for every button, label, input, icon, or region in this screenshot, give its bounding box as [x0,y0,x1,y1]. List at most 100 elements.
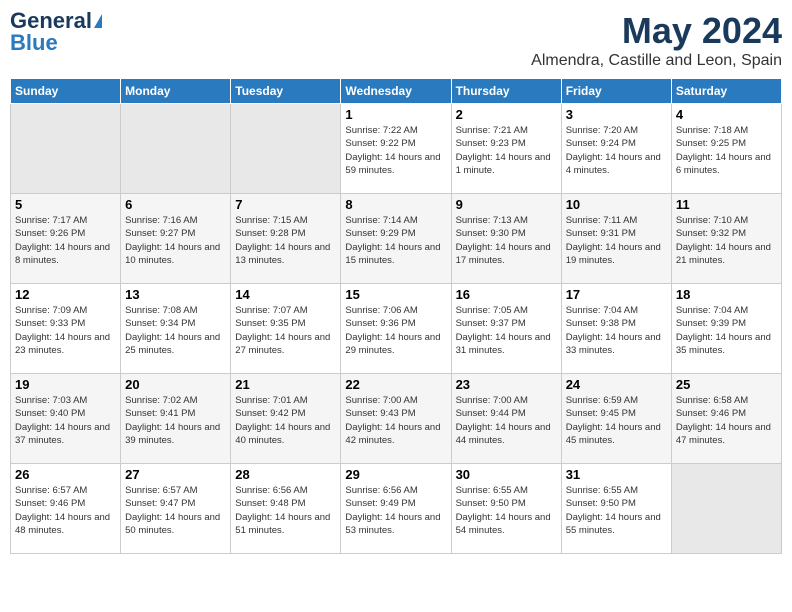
calendar-cell [121,104,231,194]
day-number: 14 [235,287,336,302]
day-number: 28 [235,467,336,482]
calendar-cell: 15 Sunrise: 7:06 AMSunset: 9:36 PMDayligh… [341,284,451,374]
day-number: 19 [15,377,116,392]
calendar-cell: 7 Sunrise: 7:15 AMSunset: 9:28 PMDaylight… [231,194,341,284]
calendar-cell: 8Sunrise: 7:14 AMSunset: 9:29 PMDaylight… [341,194,451,284]
day-info: Sunrise: 7:05 AMSunset: 9:37 PMDaylight:… [456,304,557,357]
logo-general-text: General [10,10,92,32]
calendar-cell: 17 Sunrise: 7:04 AMSunset: 9:38 PMDayligh… [561,284,671,374]
day-number: 22 [345,377,446,392]
day-info: Sunrise: 7:03 AMSunset: 9:40 PMDaylight:… [15,394,116,447]
calendar-cell: 28 Sunrise: 6:56 AMSunset: 9:48 PMDayligh… [231,464,341,554]
calendar-cell: 26 Sunrise: 6:57 AMSunset: 9:46 PMDayligh… [11,464,121,554]
calendar-cell: 4 Sunrise: 7:18 AMSunset: 9:25 PMDaylight… [671,104,781,194]
day-number: 23 [456,377,557,392]
calendar-cell: 30 Sunrise: 6:55 AMSunset: 9:50 PMDayligh… [451,464,561,554]
day-info: Sunrise: 6:59 AMSunset: 9:45 PMDaylight:… [566,394,667,447]
weekday-header: Tuesday [231,79,341,104]
calendar-cell: 16 Sunrise: 7:05 AMSunset: 9:37 PMDayligh… [451,284,561,374]
day-info: Sunrise: 6:55 AMSunset: 9:50 PMDaylight:… [456,484,557,537]
calendar-cell: 21 Sunrise: 7:01 AMSunset: 9:42 PMDayligh… [231,374,341,464]
day-info: Sunrise: 7:06 AMSunset: 9:36 PMDaylight:… [345,304,446,357]
day-number: 1 [345,107,446,122]
day-number: 25 [676,377,777,392]
day-info: Sunrise: 7:17 AMSunset: 9:26 PMDaylight:… [15,214,116,267]
day-info: Sunrise: 7:20 AMSunset: 9:24 PMDaylight:… [566,124,667,177]
day-info: Sunrise: 7:04 AMSunset: 9:38 PMDaylight:… [566,304,667,357]
calendar-cell: 13 Sunrise: 7:08 AMSunset: 9:34 PMDayligh… [121,284,231,374]
day-info: Sunrise: 7:11 AMSunset: 9:31 PMDaylight:… [566,214,667,267]
day-info: Sunrise: 7:15 AMSunset: 9:28 PMDaylight:… [235,214,336,267]
calendar-cell: 31 Sunrise: 6:55 AMSunset: 9:50 PMDayligh… [561,464,671,554]
calendar-cell: 5 Sunrise: 7:17 AMSunset: 9:26 PMDaylight… [11,194,121,284]
day-info: Sunrise: 6:57 AMSunset: 9:46 PMDaylight:… [15,484,116,537]
day-info: Sunrise: 7:10 AMSunset: 9:32 PMDaylight:… [676,214,777,267]
day-number: 31 [566,467,667,482]
weekday-header: Monday [121,79,231,104]
day-info: Sunrise: 7:00 AMSunset: 9:43 PMDaylight:… [345,394,446,447]
day-number: 13 [125,287,226,302]
day-number: 7 [235,197,336,212]
calendar-cell [671,464,781,554]
day-info: Sunrise: 6:55 AMSunset: 9:50 PMDaylight:… [566,484,667,537]
calendar-cell: 10 Sunrise: 7:11 AMSunset: 9:31 PMDayligh… [561,194,671,284]
day-number: 20 [125,377,226,392]
calendar-header-row: SundayMondayTuesdayWednesdayThursdayFrid… [11,79,782,104]
day-number: 26 [15,467,116,482]
calendar-cell: 19 Sunrise: 7:03 AMSunset: 9:40 PMDayligh… [11,374,121,464]
calendar-cell: 20 Sunrise: 7:02 AMSunset: 9:41 PMDayligh… [121,374,231,464]
calendar-cell: 12Sunrise: 7:09 AMSunset: 9:33 PMDayligh… [11,284,121,374]
day-number: 24 [566,377,667,392]
day-number: 3 [566,107,667,122]
day-number: 21 [235,377,336,392]
day-number: 17 [566,287,667,302]
day-number: 11 [676,197,777,212]
calendar-week-row: 19 Sunrise: 7:03 AMSunset: 9:40 PMDayligh… [11,374,782,464]
calendar-week-row: 5 Sunrise: 7:17 AMSunset: 9:26 PMDaylight… [11,194,782,284]
day-info: Sunrise: 7:01 AMSunset: 9:42 PMDaylight:… [235,394,336,447]
page-title: May 2024 [531,10,782,52]
day-number: 15 [345,287,446,302]
calendar-cell [11,104,121,194]
day-number: 10 [566,197,667,212]
day-number: 27 [125,467,226,482]
calendar-cell [231,104,341,194]
day-info: Sunrise: 6:56 AMSunset: 9:48 PMDaylight:… [235,484,336,537]
day-info: Sunrise: 7:22 AMSunset: 9:22 PMDaylight:… [345,124,446,177]
day-number: 4 [676,107,777,122]
calendar-cell: 11 Sunrise: 7:10 AMSunset: 9:32 PMDayligh… [671,194,781,284]
day-number: 5 [15,197,116,212]
calendar-week-row: 1 Sunrise: 7:22 AMSunset: 9:22 PMDaylight… [11,104,782,194]
calendar-cell: 3 Sunrise: 7:20 AMSunset: 9:24 PMDaylight… [561,104,671,194]
calendar-cell: 27Sunrise: 6:57 AMSunset: 9:47 PMDayligh… [121,464,231,554]
calendar-week-row: 26 Sunrise: 6:57 AMSunset: 9:46 PMDayligh… [11,464,782,554]
day-info: Sunrise: 7:08 AMSunset: 9:34 PMDaylight:… [125,304,226,357]
calendar-cell: 24 Sunrise: 6:59 AMSunset: 9:45 PMDayligh… [561,374,671,464]
day-info: Sunrise: 7:02 AMSunset: 9:41 PMDaylight:… [125,394,226,447]
day-number: 30 [456,467,557,482]
day-info: Sunrise: 7:13 AMSunset: 9:30 PMDaylight:… [456,214,557,267]
title-block: May 2024 Almendra, Castille and Leon, Sp… [531,10,782,70]
day-number: 2 [456,107,557,122]
calendar-cell: 9 Sunrise: 7:13 AMSunset: 9:30 PMDaylight… [451,194,561,284]
page-subtitle: Almendra, Castille and Leon, Spain [531,52,782,70]
day-number: 16 [456,287,557,302]
day-info: Sunrise: 7:18 AMSunset: 9:25 PMDaylight:… [676,124,777,177]
page-header: General Blue May 2024 Almendra, Castille… [10,10,782,70]
calendar-cell: 23Sunrise: 7:00 AMSunset: 9:44 PMDayligh… [451,374,561,464]
day-info: Sunrise: 7:21 AMSunset: 9:23 PMDaylight:… [456,124,557,177]
day-number: 6 [125,197,226,212]
logo: General Blue [10,10,102,54]
calendar-cell: 29Sunrise: 6:56 AMSunset: 9:49 PMDayligh… [341,464,451,554]
day-number: 18 [676,287,777,302]
calendar-cell: 14 Sunrise: 7:07 AMSunset: 9:35 PMDayligh… [231,284,341,374]
day-info: Sunrise: 7:07 AMSunset: 9:35 PMDaylight:… [235,304,336,357]
day-number: 8 [345,197,446,212]
calendar-table: SundayMondayTuesdayWednesdayThursdayFrid… [10,78,782,554]
weekday-header: Friday [561,79,671,104]
logo-triangle-icon [94,14,102,28]
day-number: 9 [456,197,557,212]
day-info: Sunrise: 7:16 AMSunset: 9:27 PMDaylight:… [125,214,226,267]
calendar-cell: 6 Sunrise: 7:16 AMSunset: 9:27 PMDaylight… [121,194,231,284]
day-number: 29 [345,467,446,482]
